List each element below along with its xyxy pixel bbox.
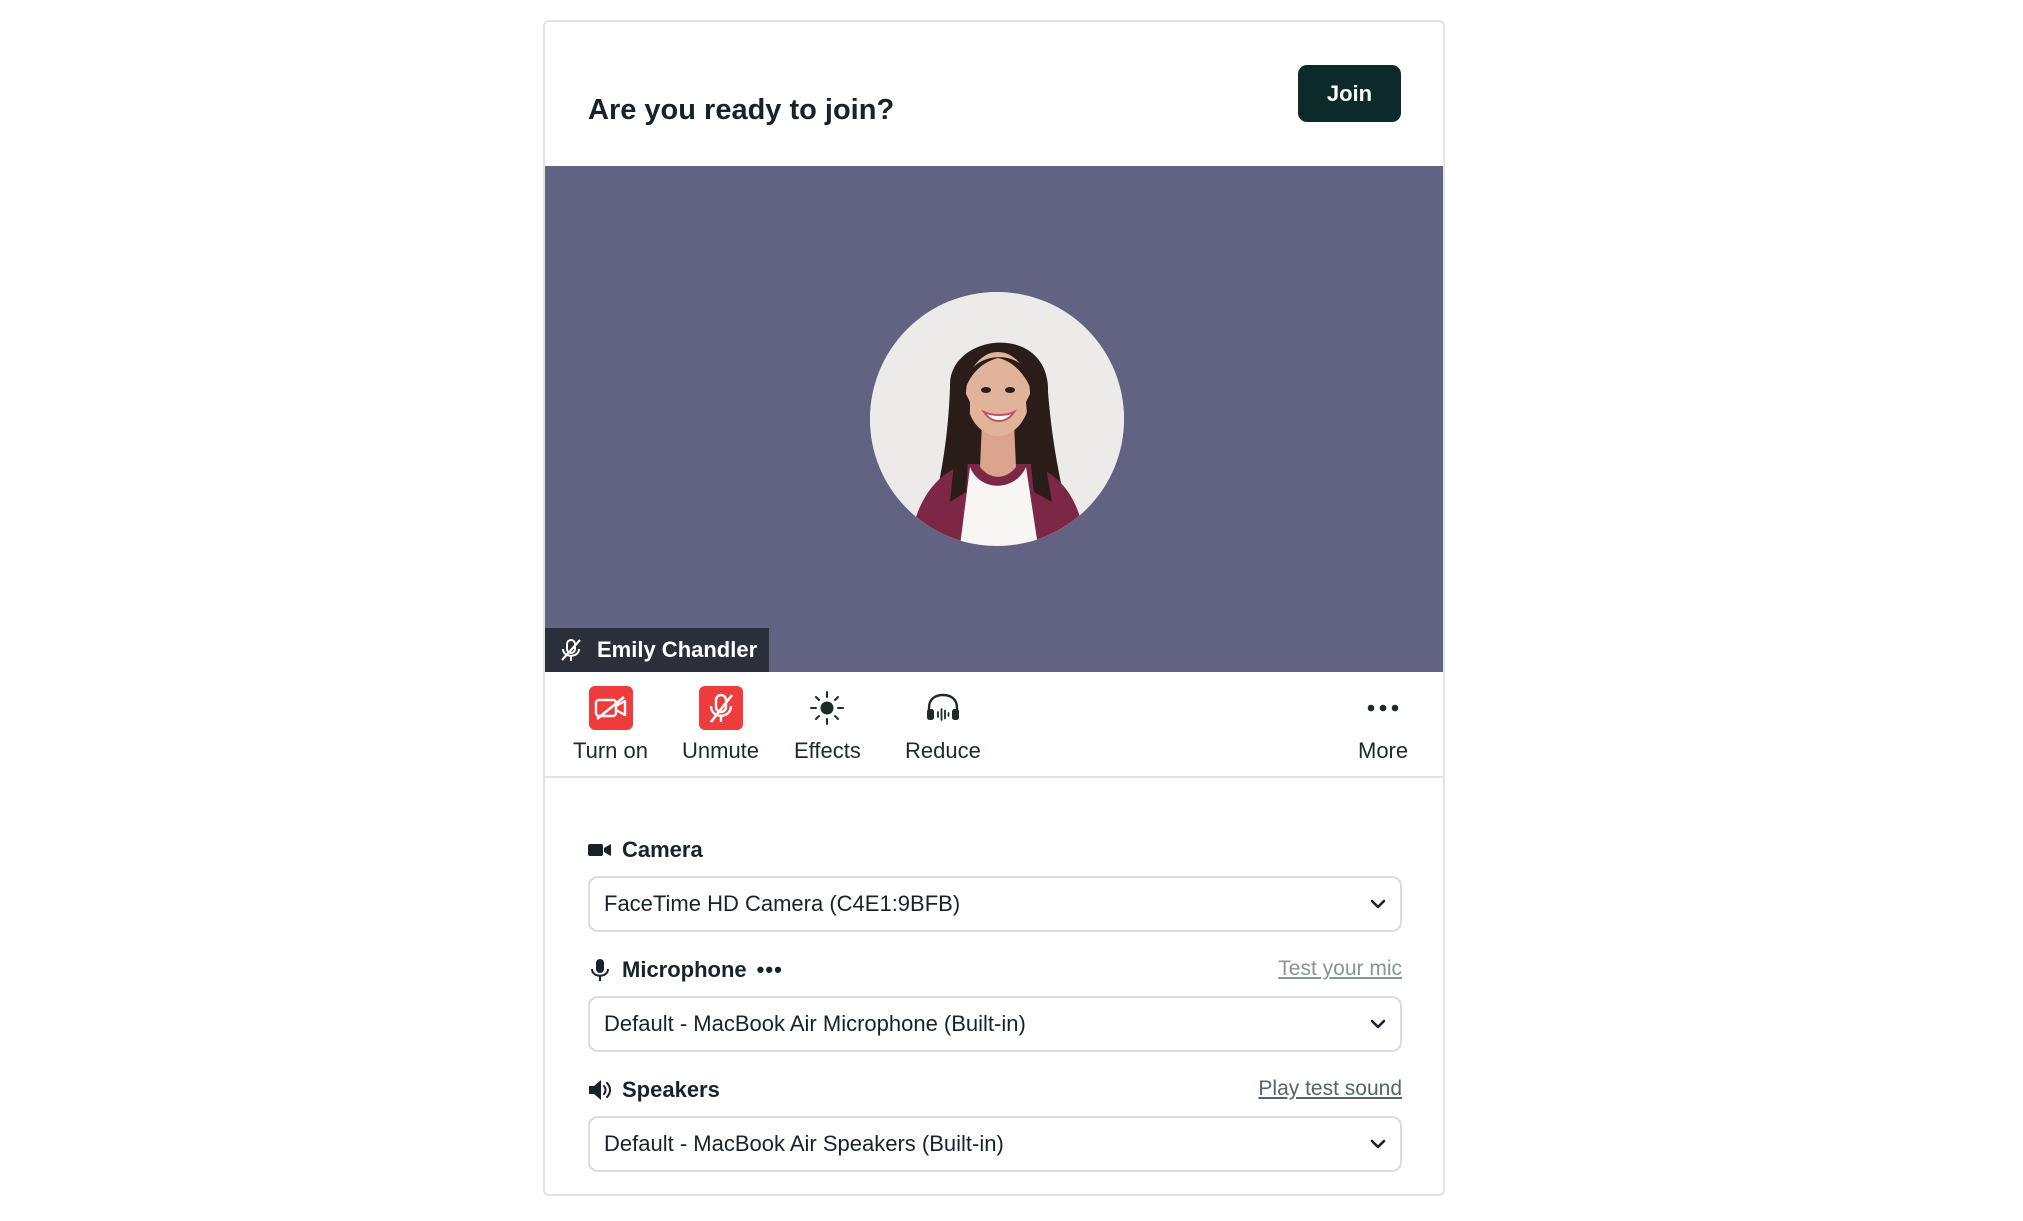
join-button[interactable]: Join (1298, 65, 1401, 122)
camera-off-icon (588, 686, 633, 730)
more-dots-icon (1361, 686, 1405, 730)
avatar-photo (870, 292, 1124, 546)
avatar (870, 292, 1124, 546)
speakers-setting-label: Speakers (588, 1075, 720, 1105)
camera-label-text: Camera (622, 837, 703, 862)
chevron-down-icon (1366, 1139, 1386, 1149)
microphone-select[interactable]: Default - MacBook Air Microphone (Built-… (588, 996, 1402, 1052)
speaker-icon (588, 1079, 618, 1101)
play-test-sound-link[interactable]: Play test sound (1258, 1077, 1402, 1101)
sparkle-icon (805, 686, 849, 730)
mic-off-icon (545, 628, 597, 672)
effects-label: Effects (794, 738, 861, 763)
camera-setting-label: Camera (588, 835, 703, 865)
speakers-select-value: Default - MacBook Air Speakers (Built-in… (604, 1131, 1004, 1156)
prejoin-card: Are you ready to join? Join Emily Chandl… (543, 20, 1445, 1196)
microphone-select-value: Default - MacBook Air Microphone (Built-… (604, 1011, 1026, 1036)
unmute-label: Unmute (682, 738, 760, 763)
video-camera-icon (588, 843, 618, 857)
device-controls: Turn on Unmute Effects Reduce More (545, 672, 1443, 778)
headphones-icon (921, 686, 965, 730)
speakers-label-text: Speakers (622, 1077, 720, 1102)
mic-off-icon (698, 686, 743, 730)
noise-reduce-button[interactable]: Reduce (905, 686, 981, 764)
camera-toggle-label: Turn on (573, 738, 649, 763)
test-mic-link[interactable]: Test your mic (1278, 957, 1402, 981)
video-preview: Emily Chandler (545, 166, 1443, 672)
microphone-label-text: Microphone (622, 957, 747, 982)
chevron-down-icon (1366, 899, 1386, 909)
microphone-setting-label: Microphone ••• (588, 955, 783, 985)
prejoin-header: Are you ready to join? Join (545, 22, 1443, 166)
effects-button[interactable]: Effects (794, 686, 861, 764)
more-label: More (1358, 738, 1409, 763)
unmute-button[interactable]: Unmute (682, 686, 759, 764)
participant-name: Emily Chandler (597, 637, 758, 662)
camera-select-value: FaceTime HD Camera (C4E1:9BFB) (604, 891, 961, 916)
participant-name-tag: Emily Chandler (545, 628, 770, 672)
chevron-down-icon (1366, 1019, 1386, 1029)
microphone-icon (588, 958, 618, 982)
camera-toggle-button[interactable]: Turn on (573, 686, 648, 764)
speakers-select[interactable]: Default - MacBook Air Speakers (Built-in… (588, 1116, 1402, 1172)
camera-select[interactable]: FaceTime HD Camera (C4E1:9BFB) (588, 876, 1402, 932)
more-button[interactable]: More (1358, 686, 1408, 764)
microphone-options-button[interactable]: ••• (757, 957, 783, 983)
page-title: Are you ready to join? (588, 94, 895, 126)
reduce-label: Reduce (905, 738, 981, 763)
